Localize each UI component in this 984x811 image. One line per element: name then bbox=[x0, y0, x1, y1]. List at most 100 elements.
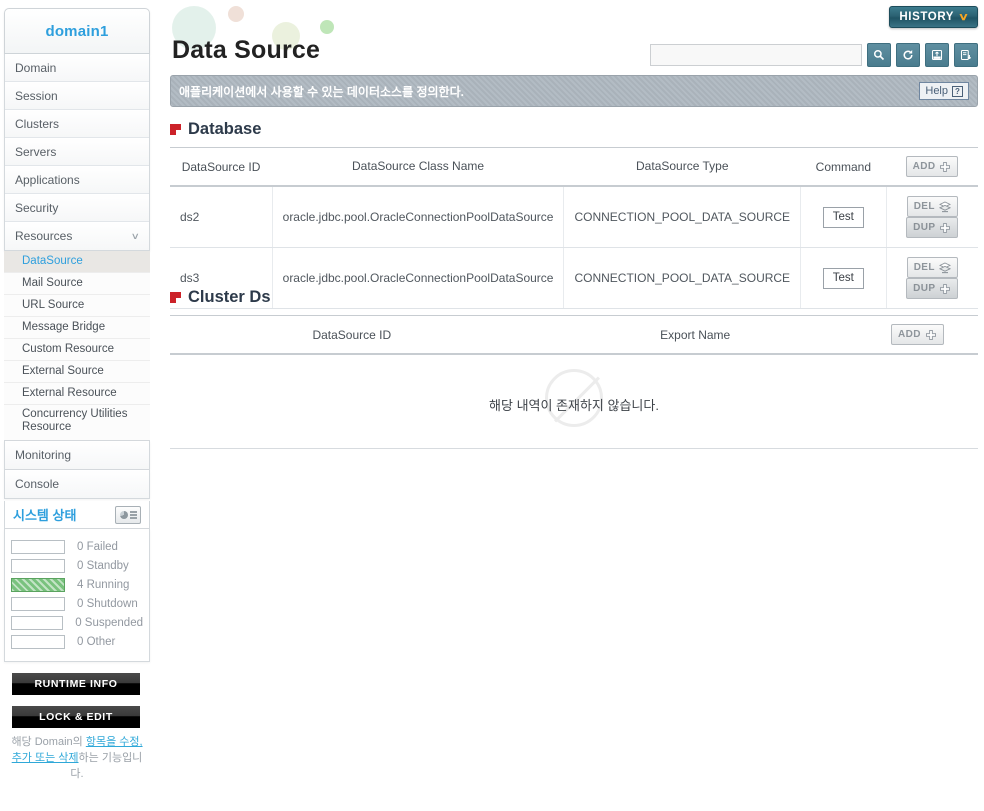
lines-glyph bbox=[129, 511, 137, 519]
plus-icon bbox=[940, 222, 951, 233]
sidebar-item-label: Security bbox=[15, 200, 59, 215]
sidebar-item-external-resource[interactable]: External Resource bbox=[4, 383, 150, 405]
search-icon[interactable] bbox=[867, 43, 891, 67]
chevron-down-icon: ∨ bbox=[958, 11, 970, 23]
status-bar bbox=[11, 634, 65, 649]
refresh-icon[interactable] bbox=[896, 43, 920, 67]
sidebar-item-label: Servers bbox=[15, 144, 57, 159]
page-title: Data Source bbox=[172, 35, 321, 64]
sidebar-item-url-source[interactable]: URL Source bbox=[4, 295, 150, 317]
system-status-header: 시스템 상태 bbox=[4, 501, 150, 530]
table-row[interactable]: ds2 oracle.jdbc.pool.OracleConnectionPoo… bbox=[170, 186, 978, 248]
lock-note-suffix: 하는 기능입니다. bbox=[70, 752, 143, 781]
test-button[interactable]: Test bbox=[822, 267, 864, 289]
status-bar bbox=[11, 539, 65, 554]
main-content: Data Source HISTORY ∨ 애플리케이션에서 사용할 수 있는 … bbox=[160, 0, 984, 811]
delete-button[interactable]: DEL bbox=[906, 196, 958, 217]
lock-and-edit-button[interactable]: LOCK & EDIT bbox=[12, 706, 140, 729]
add-label: ADD bbox=[897, 329, 921, 340]
plus-icon bbox=[940, 161, 951, 172]
sidebar-subitem-label: URL Source bbox=[22, 298, 85, 311]
sidebar-item-mail-source[interactable]: Mail Source bbox=[4, 273, 150, 295]
stack-delete-icon bbox=[938, 262, 951, 273]
runtime-info-button[interactable]: RUNTIME INFO bbox=[12, 673, 140, 696]
toolbar bbox=[650, 43, 978, 67]
cell-datasource-type: CONNECTION_POOL_DATA_SOURCE bbox=[563, 186, 802, 248]
sidebar-item-console[interactable]: Console bbox=[4, 470, 150, 500]
add-button[interactable]: ADD bbox=[890, 324, 944, 345]
sidebar-item-datasource[interactable]: DataSource bbox=[4, 251, 150, 273]
page-root: domain1 Domain Session Clusters Servers … bbox=[0, 0, 984, 811]
history-button[interactable]: HISTORY ∨ bbox=[889, 6, 978, 28]
status-suspended-label: 0 Suspended bbox=[75, 616, 143, 629]
decor-circle-icon bbox=[228, 6, 244, 22]
sidebar-subitem-label: DataSource bbox=[22, 254, 83, 267]
test-button[interactable]: Test bbox=[822, 206, 864, 228]
duplicate-button[interactable]: DUP bbox=[906, 217, 959, 238]
xml-export-icon[interactable] bbox=[925, 43, 949, 67]
lock-note-prefix: 해당 Domain의 bbox=[11, 736, 86, 749]
status-standby-label: 0 Standby bbox=[77, 559, 129, 572]
sidebar-item-custom-resource[interactable]: Custom Resource bbox=[4, 339, 150, 361]
sidebar-nav: Domain Session Clusters Servers Applicat… bbox=[4, 54, 150, 251]
status-shutdown-label: 0 Shutdown bbox=[77, 597, 138, 610]
sidebar-item-external-source[interactable]: External Source bbox=[4, 361, 150, 383]
monitor-chart-icon[interactable] bbox=[115, 505, 141, 524]
sidebar: domain1 Domain Session Clusters Servers … bbox=[4, 8, 150, 811]
add-button[interactable]: ADD bbox=[905, 156, 959, 177]
sidebar-item-label: Clusters bbox=[15, 116, 60, 131]
sidebar-item-label: Session bbox=[15, 88, 58, 103]
help-button[interactable]: Help ? bbox=[919, 82, 969, 100]
section-marker-icon bbox=[170, 292, 181, 303]
add-label: ADD bbox=[912, 161, 936, 172]
sidebar-item-clusters[interactable]: Clusters bbox=[5, 110, 149, 138]
sidebar-item-label: Resources bbox=[15, 229, 73, 243]
empty-state-text: 해당 내역이 존재하지 않습니다. bbox=[489, 398, 659, 413]
sidebar-item-servers[interactable]: Servers bbox=[5, 138, 149, 166]
status-row: 0 Standby bbox=[11, 556, 143, 575]
report-export-icon[interactable] bbox=[954, 43, 978, 67]
status-row: 0 Other bbox=[11, 632, 143, 651]
sidebar-subitem-label: Concurrency Utilities Resource bbox=[22, 408, 128, 434]
sidebar-item-domain[interactable]: Domain bbox=[5, 54, 149, 82]
sidebar-item-security[interactable]: Security bbox=[5, 194, 149, 222]
status-bar bbox=[11, 596, 65, 611]
cluster-ds-section-title: Cluster Ds bbox=[188, 288, 271, 306]
domain-name: domain1 bbox=[45, 22, 109, 40]
delete-button[interactable]: DEL bbox=[906, 257, 958, 278]
status-bar bbox=[11, 615, 64, 630]
pie-glyph bbox=[119, 510, 128, 519]
table-header-row: DataSource ID DataSource Class Name Data… bbox=[170, 147, 978, 187]
column-header-actions: ADD bbox=[886, 147, 978, 187]
database-section: Database DataSource ID DataSource Class … bbox=[170, 120, 978, 309]
delete-label: DEL bbox=[913, 262, 935, 273]
sidebar-item-concurrency-utilities-resource[interactable]: Concurrency Utilities Resource bbox=[4, 405, 150, 437]
cell-command: Test bbox=[800, 186, 887, 248]
stack-delete-icon bbox=[938, 201, 951, 212]
column-header-datasource-id: DataSource ID bbox=[170, 315, 534, 355]
database-section-title: Database bbox=[188, 120, 262, 138]
status-row: 4 Running bbox=[11, 575, 143, 594]
cell-datasource-id: ds2 bbox=[170, 186, 273, 248]
column-header-class-name: DataSource Class Name bbox=[272, 147, 564, 187]
question-mark-icon: ? bbox=[952, 85, 963, 97]
delete-label: DEL bbox=[913, 201, 935, 212]
system-status-title: 시스템 상태 bbox=[13, 508, 77, 524]
history-label: HISTORY bbox=[899, 11, 955, 23]
sidebar-item-label: Monitoring bbox=[15, 448, 72, 463]
duplicate-label: DUP bbox=[913, 222, 936, 233]
search-input[interactable] bbox=[650, 44, 862, 66]
column-header-actions: ADD bbox=[856, 315, 978, 355]
sidebar-item-monitoring[interactable]: Monitoring bbox=[4, 441, 150, 471]
sidebar-subitem-label: Message Bridge bbox=[22, 320, 106, 333]
sidebar-item-applications[interactable]: Applications bbox=[5, 166, 149, 194]
sidebar-item-resources[interactable]: Resources ∨ bbox=[5, 222, 149, 250]
sidebar-item-session[interactable]: Session bbox=[5, 82, 149, 110]
database-table: DataSource ID DataSource Class Name Data… bbox=[170, 147, 978, 309]
sidebar-item-message-bridge[interactable]: Message Bridge bbox=[4, 317, 150, 339]
cluster-ds-section: Cluster Ds DataSource ID Export Name ADD bbox=[170, 288, 978, 449]
status-bar bbox=[11, 558, 65, 573]
sidebar-item-label: Console bbox=[15, 477, 60, 492]
cluster-ds-table: DataSource ID Export Name ADD bbox=[170, 315, 978, 355]
status-running-label: 4 Running bbox=[77, 578, 130, 591]
